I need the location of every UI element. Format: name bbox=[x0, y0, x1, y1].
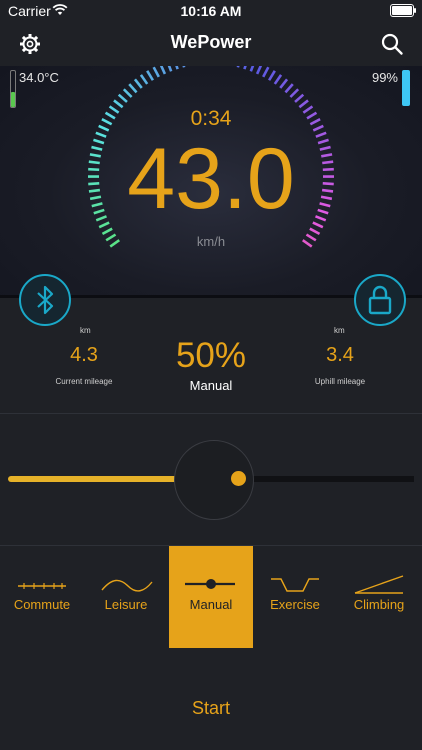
gauge-tick bbox=[128, 83, 138, 94]
temperature-readout: 34.0°C bbox=[19, 70, 59, 85]
gauge-tick bbox=[139, 74, 149, 85]
gauge-tick bbox=[312, 221, 324, 229]
current-mode-label: Manual bbox=[189, 378, 233, 393]
current-mileage-label: Current mileage bbox=[55, 377, 113, 386]
gauge-tick bbox=[152, 66, 160, 78]
mode-leisure-label: Leisure bbox=[104, 597, 148, 612]
gauge-tick bbox=[146, 70, 155, 81]
battery-icon bbox=[390, 4, 414, 17]
mode-manual-label: Manual bbox=[189, 597, 233, 612]
page-title: WePower bbox=[170, 32, 252, 52]
speed-value: 43.0 bbox=[127, 131, 295, 227]
lock-button[interactable] bbox=[354, 274, 406, 326]
mode-leisure[interactable]: Leisure bbox=[84, 546, 168, 648]
mode-selector: Commute Leisure Manual Exercise Climbing bbox=[0, 546, 422, 648]
gauge-tick bbox=[262, 66, 270, 78]
slider-indicator-dot bbox=[231, 471, 246, 486]
mode-climbing[interactable]: Climbing bbox=[337, 546, 421, 648]
bluetooth-icon bbox=[37, 285, 54, 315]
mode-commute[interactable]: Commute bbox=[0, 546, 84, 648]
mode-climbing-label: Climbing bbox=[353, 597, 405, 612]
current-mileage-unit: km bbox=[80, 326, 91, 335]
gauge-tick bbox=[175, 66, 179, 70]
gauge-tick bbox=[236, 66, 240, 68]
gauge-tick bbox=[243, 66, 247, 70]
mode-manual[interactable]: Manual bbox=[169, 546, 253, 648]
gauge-tick bbox=[182, 66, 186, 68]
status-bar: Carrier 10:16 AM bbox=[0, 0, 422, 22]
gauge-tick bbox=[284, 83, 294, 94]
mode-exercise[interactable]: Exercise bbox=[253, 546, 337, 648]
leisure-icon bbox=[101, 579, 153, 592]
battery-level-bar bbox=[402, 70, 410, 106]
gauge-tick bbox=[249, 66, 255, 72]
slider-track-filled[interactable] bbox=[8, 476, 178, 482]
gauge-tick bbox=[289, 88, 300, 98]
gauge-tick bbox=[279, 78, 289, 89]
gauge-tick bbox=[273, 74, 283, 85]
commute-icon bbox=[18, 583, 66, 589]
gauge-tick bbox=[267, 70, 276, 81]
gauge-tick bbox=[167, 66, 173, 72]
assist-percent: 50% bbox=[175, 336, 247, 375]
uphill-mileage-value: 3.4 bbox=[326, 344, 354, 366]
gauge-tick bbox=[98, 221, 110, 229]
start-button[interactable]: Start bbox=[151, 698, 271, 722]
ride-timer: 0:34 bbox=[190, 107, 232, 130]
current-mileage-value: 4.3 bbox=[70, 344, 98, 366]
gauge-tick bbox=[294, 93, 305, 103]
search-icon[interactable] bbox=[380, 32, 404, 56]
climbing-icon bbox=[354, 575, 404, 594]
slider-track-empty[interactable] bbox=[248, 476, 414, 482]
gauge-tick bbox=[255, 66, 263, 75]
temperature-level bbox=[11, 92, 15, 107]
gauge-tick bbox=[117, 93, 128, 103]
uphill-mileage-label: Uphill mileage bbox=[314, 377, 366, 386]
divider bbox=[0, 413, 422, 414]
clock: 10:16 AM bbox=[180, 3, 242, 19]
lock-icon bbox=[368, 285, 392, 315]
uphill-mileage-unit: km bbox=[334, 326, 345, 335]
battery-nub bbox=[414, 8, 416, 13]
mode-exercise-label: Exercise bbox=[270, 597, 320, 612]
gauge-tick bbox=[122, 88, 133, 98]
exercise-icon bbox=[271, 578, 319, 592]
speed-unit: km/h bbox=[196, 234, 226, 249]
mode-commute-label: Commute bbox=[13, 597, 71, 612]
bluetooth-button[interactable] bbox=[19, 274, 71, 326]
battery-percent: 99% bbox=[371, 70, 398, 85]
gauge-tick bbox=[133, 78, 143, 89]
gauge-tick bbox=[159, 66, 167, 75]
manual-icon bbox=[185, 579, 235, 589]
